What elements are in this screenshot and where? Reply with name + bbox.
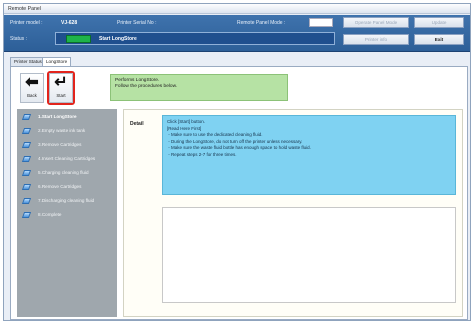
- step-label: 6.Remove Cartridges: [38, 184, 82, 189]
- tab-longstore[interactable]: LongStore: [42, 57, 72, 66]
- step-label: 8.Complete: [38, 212, 62, 217]
- exit-button[interactable]: Exit: [414, 34, 464, 45]
- step-item: 1.Start LongStore: [17, 110, 117, 123]
- printer-info-button[interactable]: Printer info: [343, 34, 409, 45]
- step-bullet-icon: [21, 212, 32, 218]
- back-label: Back: [27, 93, 37, 98]
- step-item: 5.Charging cleaning fluid: [17, 166, 117, 179]
- detail-box: Click [Start] button. [Read Here First] …: [162, 115, 456, 195]
- step-item: 4.Insert Cleaning Cartridges: [17, 152, 117, 165]
- printer-model-value: VJ-628: [61, 20, 78, 26]
- header-bar: Printer model : VJ-628 Printer Serial No…: [4, 15, 470, 52]
- back-button[interactable]: ⬅ Back: [20, 73, 44, 103]
- window-title: Remote Panel: [4, 4, 470, 14]
- step-item: 3.Remove Cartridges: [17, 138, 117, 151]
- operate-panel-mode-button[interactable]: Operate Panel Mode: [343, 17, 409, 28]
- update-button[interactable]: Update: [414, 17, 464, 28]
- serial-label: Printer Serial No :: [117, 20, 157, 26]
- step-bullet-icon: [21, 128, 32, 134]
- detail-line: Click [Start] button.: [167, 119, 206, 124]
- step-label: 2.Empty waste ink tank: [38, 128, 86, 133]
- detail-line: - During the LongStore, do not turn off …: [167, 138, 303, 144]
- detail-line: - Make sure to use the dedicated cleanin…: [167, 132, 263, 138]
- step-item: 7.Discharging cleaning fluid: [17, 194, 117, 207]
- step-item: 8.Complete: [17, 208, 117, 221]
- status-indicator: [66, 35, 91, 43]
- step-label: 1.Start LongStore: [38, 114, 77, 119]
- remote-mode-box: [309, 18, 333, 27]
- step-bullet-icon: [21, 114, 32, 120]
- step-label: 4.Insert Cleaning Cartridges: [38, 156, 96, 161]
- remote-panel-window: Remote Panel Printer model : VJ-628 Prin…: [3, 3, 471, 321]
- detail-line: - Repeat steps 2-7 for three times.: [167, 151, 237, 157]
- tab-printer-status[interactable]: Printer Status: [10, 57, 46, 66]
- step-label: 7.Discharging cleaning fluid: [38, 198, 95, 203]
- step-label: 3.Remove Cartridges: [38, 142, 82, 147]
- printer-model-label: Printer model :: [10, 20, 43, 26]
- detail-line: - Make sure the waste fluid bottle has e…: [167, 145, 311, 151]
- detail-line: [Read Here First]: [167, 125, 202, 131]
- back-arrow-icon: ⬅: [25, 74, 39, 91]
- content-area: Detail Click [Start] button. [Read Here …: [123, 109, 463, 317]
- step-bullet-icon: [21, 170, 32, 176]
- step-item: 2.Empty waste ink tank: [17, 124, 117, 137]
- step-item: 6.Remove Cartridges: [17, 180, 117, 193]
- step-bullet-icon: [21, 198, 32, 204]
- step-label: 5.Charging cleaning fluid: [38, 170, 89, 175]
- status-bar: Start LongStore: [55, 32, 335, 45]
- step-bullet-icon: [21, 156, 32, 162]
- step-bullet-icon: [21, 184, 32, 190]
- status-text: Start LongStore: [99, 36, 137, 42]
- status-label: Status :: [10, 36, 27, 42]
- notice-box: Performs LongStore. Follow the procedure…: [110, 74, 288, 101]
- step-list: 1.Start LongStore 2.Empty waste ink tank…: [17, 109, 117, 317]
- enter-arrow-icon: ↵: [54, 74, 68, 91]
- log-textarea[interactable]: [162, 207, 456, 303]
- step-bullet-icon: [21, 142, 32, 148]
- remote-mode-label: Remote Panel Mode :: [237, 20, 286, 26]
- longstore-panel: ⬅ Back ↵ Start Performs LongStore. Follo…: [10, 66, 468, 320]
- detail-label: Detail: [130, 121, 144, 127]
- notice-line-2: Follow the procedures below.: [115, 84, 178, 89]
- start-button[interactable]: ↵ Start: [49, 73, 73, 103]
- start-label: Start: [56, 93, 66, 98]
